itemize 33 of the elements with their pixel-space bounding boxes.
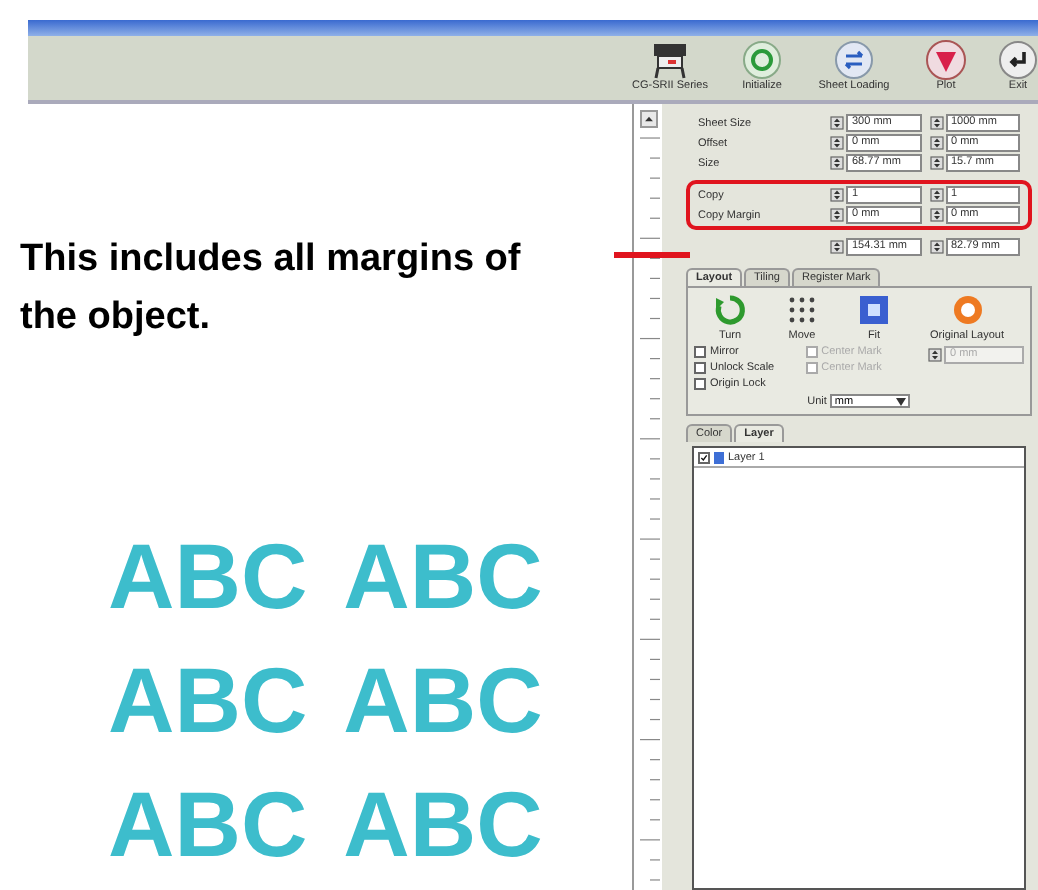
layer-swatch (714, 451, 724, 463)
spinner-icon[interactable] (929, 188, 943, 202)
spinner-icon[interactable] (929, 208, 943, 222)
spinner-icon[interactable] (928, 348, 942, 362)
spinner-icon[interactable] (929, 240, 943, 254)
spinner-icon[interactable] (929, 116, 943, 130)
spinner-icon[interactable] (830, 188, 844, 202)
canvas-text: ABC (108, 654, 308, 746)
callout-text: This includes all margins of the object. (20, 236, 523, 342)
caret-icon (896, 397, 907, 405)
canvas-text: ABC (343, 778, 543, 870)
leader-line (614, 252, 690, 258)
scroll-up-icon[interactable] (639, 110, 657, 128)
spinner-icon[interactable] (830, 208, 844, 222)
fit-square-icon (858, 294, 890, 326)
canvas-text: ABC (108, 778, 308, 870)
spinner-icon[interactable] (929, 156, 943, 170)
spinner-icon[interactable] (830, 156, 844, 170)
checkbox[interactable] (698, 451, 710, 463)
checkbox[interactable] (694, 378, 706, 390)
swap-arrows-icon (834, 40, 874, 80)
canvas-text: ABC (343, 654, 543, 746)
canvas-text: ABC (343, 530, 543, 622)
canvas-text: ABC (108, 530, 308, 622)
spinner-icon[interactable] (929, 136, 943, 150)
plotter-icon (650, 40, 690, 80)
spinner-icon[interactable] (830, 240, 844, 254)
checkbox[interactable] (694, 362, 706, 374)
rotate-icon (714, 294, 746, 326)
dot-grid-icon (786, 294, 818, 326)
checkbox[interactable] (694, 346, 706, 358)
spinner-icon[interactable] (830, 136, 844, 150)
spinner-icon[interactable] (830, 116, 844, 130)
